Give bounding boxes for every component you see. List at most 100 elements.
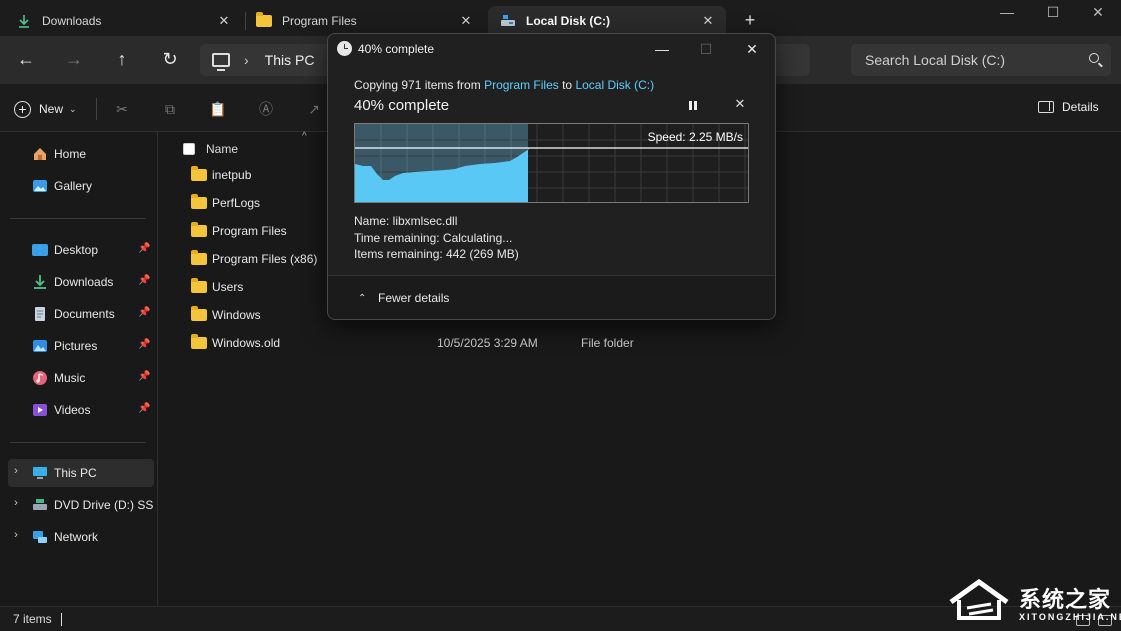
new-button[interactable]: + New ⌄ bbox=[14, 98, 77, 120]
videos-icon bbox=[32, 402, 48, 418]
source-link[interactable]: Program Files bbox=[484, 78, 559, 92]
file-name: Program Files bbox=[212, 224, 287, 238]
folder-icon bbox=[191, 306, 207, 321]
sidebar-item-home[interactable]: Home bbox=[8, 140, 154, 168]
pin-icon[interactable]: 📌 bbox=[138, 371, 150, 383]
destination-link[interactable]: Local Disk (C:) bbox=[575, 78, 654, 92]
refresh-button[interactable]: ↻ bbox=[158, 48, 182, 72]
tab-program-files[interactable]: Program Files ✕ bbox=[244, 6, 484, 36]
sidebar-item-documents[interactable]: Documents 📌 bbox=[8, 300, 154, 328]
sort-up-icon: ^ bbox=[302, 131, 307, 142]
maximize-button[interactable]: ☐ bbox=[1030, 2, 1076, 24]
folder-icon bbox=[191, 194, 207, 209]
folder-icon bbox=[191, 222, 207, 237]
sidebar-item-downloads[interactable]: Downloads 📌 bbox=[8, 268, 154, 296]
chevron-right-icon[interactable]: › bbox=[10, 529, 22, 541]
sidebar-item-label: Network bbox=[54, 530, 99, 544]
copy-summary: Copying 971 items from Program Files to … bbox=[354, 78, 654, 92]
folder-icon bbox=[191, 278, 207, 293]
items-remaining: Items remaining: 442 (269 MB) bbox=[354, 247, 519, 261]
music-icon bbox=[32, 370, 48, 386]
paste-icon[interactable]: 📋 bbox=[209, 100, 227, 118]
chevron-right-icon[interactable]: › bbox=[10, 465, 22, 477]
copy-icon[interactable]: ⧉ bbox=[161, 100, 179, 118]
tab-label: Program Files bbox=[282, 14, 357, 28]
search-input[interactable]: Search Local Disk (C:) bbox=[851, 44, 1111, 76]
pin-icon[interactable]: 📌 bbox=[138, 339, 150, 351]
sidebar-item-dvd-drive[interactable]: › DVD Drive (D:) SSS_ bbox=[8, 491, 154, 519]
fewer-details-button[interactable]: ⌃ Fewer details bbox=[358, 291, 449, 305]
chevron-right-icon[interactable]: › bbox=[10, 497, 22, 509]
watermark-logo-icon bbox=[949, 578, 1009, 620]
download-icon bbox=[32, 274, 48, 290]
network-icon bbox=[32, 529, 48, 545]
file-name: Windows bbox=[212, 308, 261, 322]
rename-icon[interactable]: Ⓐ bbox=[257, 100, 275, 118]
sidebar-item-this-pc[interactable]: › This PC bbox=[8, 459, 154, 487]
sidebar-item-label: Music bbox=[54, 371, 86, 385]
sidebar-item-music[interactable]: Music 📌 bbox=[8, 364, 154, 392]
cancel-button[interactable]: ✕ bbox=[732, 96, 748, 112]
command-separator bbox=[96, 98, 97, 120]
maximize-button: ☐ bbox=[699, 41, 713, 57]
pause-button[interactable] bbox=[686, 98, 700, 112]
close-icon[interactable]: ✕ bbox=[216, 13, 232, 29]
chevron-right-icon[interactable]: › bbox=[244, 52, 249, 68]
sidebar-item-videos[interactable]: Videos 📌 bbox=[8, 396, 154, 424]
pin-icon[interactable]: 📌 bbox=[138, 307, 150, 319]
fewer-details-label: Fewer details bbox=[378, 291, 450, 305]
sidebar-item-label: Downloads bbox=[54, 275, 114, 289]
site-watermark: 系统之家 XITONGZHIJIA.NET bbox=[945, 576, 1121, 628]
sidebar-item-network[interactable]: › Network bbox=[8, 523, 154, 551]
back-button[interactable]: ← bbox=[14, 48, 38, 72]
breadcrumb-this-pc[interactable]: This PC bbox=[265, 52, 315, 68]
this-pc-icon bbox=[32, 465, 48, 481]
up-button[interactable]: ↑ bbox=[110, 48, 134, 72]
file-date: 10/5/2025 3:29 AM bbox=[437, 336, 538, 350]
current-file-name: Name: libxmlsec.dll bbox=[354, 214, 458, 228]
sidebar-item-pictures[interactable]: Pictures 📌 bbox=[8, 332, 154, 360]
close-icon[interactable]: ✕ bbox=[458, 13, 474, 29]
sidebar-item-desktop[interactable]: Desktop 📌 bbox=[8, 236, 154, 264]
drive-icon bbox=[500, 13, 516, 29]
pin-icon[interactable]: 📌 bbox=[138, 243, 150, 255]
folder-icon bbox=[256, 12, 272, 29]
share-icon[interactable]: ↗ bbox=[305, 100, 323, 118]
search-icon[interactable] bbox=[1089, 53, 1099, 63]
minimize-button[interactable]: — bbox=[984, 2, 1030, 24]
pin-icon[interactable]: 📌 bbox=[138, 403, 150, 415]
cut-icon[interactable]: ✂ bbox=[113, 100, 131, 118]
pin-icon[interactable]: 📌 bbox=[138, 275, 150, 287]
close-window-button[interactable]: ✕ bbox=[1075, 2, 1121, 24]
pictures-icon bbox=[32, 338, 48, 354]
file-name: Program Files (x86) bbox=[212, 252, 318, 266]
item-count: 7 items bbox=[13, 612, 52, 626]
dvd-drive-icon bbox=[32, 497, 48, 513]
tab-local-disk[interactable]: Local Disk (C:) ✕ bbox=[488, 6, 726, 36]
time-remaining: Time remaining: Calculating... bbox=[354, 231, 513, 245]
chevron-down-icon: ⌄ bbox=[69, 103, 77, 114]
column-header-label: Name bbox=[206, 142, 239, 156]
new-tab-button[interactable]: + bbox=[740, 10, 760, 30]
tab-downloads[interactable]: Downloads ✕ bbox=[4, 6, 242, 36]
select-all-checkbox[interactable] bbox=[183, 143, 195, 155]
column-header-name[interactable]: Name bbox=[183, 137, 238, 161]
sidebar-item-gallery[interactable]: Gallery bbox=[8, 172, 154, 200]
file-name: PerfLogs bbox=[212, 196, 261, 210]
tab-label: Local Disk (C:) bbox=[526, 14, 611, 28]
dialog-footer: ⌃ Fewer details bbox=[328, 275, 775, 319]
minimize-button[interactable]: — bbox=[652, 40, 672, 58]
folder-icon bbox=[191, 166, 207, 181]
sidebar-divider bbox=[10, 442, 146, 443]
dialog-title-bar[interactable]: 40% complete — ☐ ✕ bbox=[328, 34, 775, 64]
close-icon[interactable]: ✕ bbox=[700, 13, 716, 29]
clock-icon bbox=[337, 41, 352, 56]
close-dialog-button[interactable]: ✕ bbox=[742, 40, 762, 58]
table-row[interactable]: Windows.old 10/5/2025 3:29 AM File folde… bbox=[191, 331, 1091, 355]
navigation-pane: Home Gallery Desktop 📌 Downloads 📌 Docum… bbox=[0, 132, 158, 606]
sidebar-item-label: Home bbox=[54, 147, 87, 161]
forward-button[interactable]: → bbox=[62, 48, 86, 72]
details-button[interactable]: Details bbox=[1038, 100, 1099, 114]
transfer-speed-graph: Speed: 2.25 MB/s bbox=[354, 123, 749, 203]
this-pc-icon bbox=[212, 53, 230, 71]
